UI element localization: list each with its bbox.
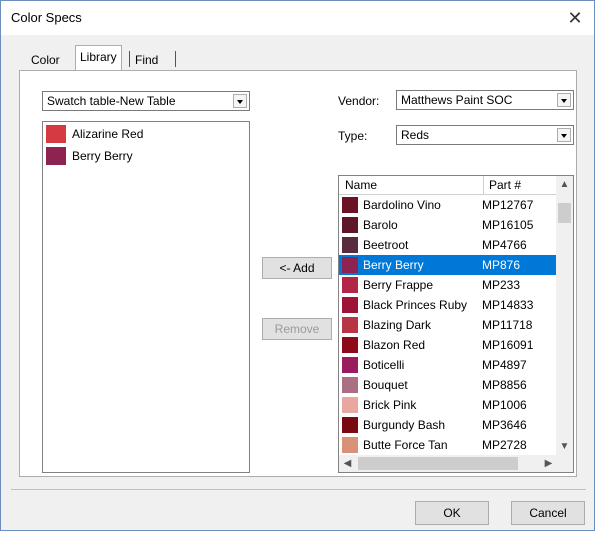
column-header-name[interactable]: Name (345, 178, 377, 192)
part-number: MP14833 (482, 298, 534, 312)
table-row[interactable]: Barolo MP16105 (339, 215, 557, 235)
color-swatch (342, 337, 358, 353)
remove-button[interactable]: Remove (262, 318, 332, 340)
color-specs-dialog: Color Specs ✕ Color Library Find Swatch … (0, 0, 595, 531)
scroll-up-icon[interactable]: ▲ (556, 176, 573, 193)
part-number: MP3646 (482, 418, 527, 432)
part-number: MP8856 (482, 378, 527, 392)
color-swatch (342, 237, 358, 253)
scroll-left-icon[interactable]: ◀ (339, 455, 356, 472)
color-swatch (342, 397, 358, 413)
scroll-right-icon[interactable]: ▶ (540, 455, 557, 472)
color-swatch (46, 125, 66, 143)
type-label: Type: (338, 129, 368, 143)
color-swatch (46, 147, 66, 165)
scrollbar-corner (556, 455, 573, 472)
library-panel: Swatch table-New Table Alizarine Red Ber… (19, 70, 577, 477)
color-swatch (342, 317, 358, 333)
tab-library[interactable]: Library (75, 45, 122, 70)
table-row[interactable]: Burgundy Bash MP3646 (339, 415, 557, 435)
color-swatch (342, 437, 358, 453)
window-title: Color Specs (11, 10, 82, 25)
scroll-thumb[interactable] (558, 203, 571, 223)
vendor-select[interactable]: Matthews Paint SOC (396, 90, 574, 110)
color-name: Barolo (363, 218, 398, 232)
table-row[interactable]: Butte Force Tan MP2728 (339, 435, 557, 455)
table-header: Name Part # (339, 176, 557, 195)
color-swatch (342, 357, 358, 373)
chevron-down-icon[interactable] (233, 94, 247, 108)
horizontal-scrollbar[interactable]: ◀ ▶ (339, 455, 557, 472)
color-name: Boticelli (363, 358, 405, 372)
color-swatch (342, 297, 358, 313)
swatch-name: Berry Berry (72, 149, 133, 163)
title-bar: Color Specs ✕ (1, 1, 594, 35)
part-number: MP233 (482, 278, 521, 292)
part-number: MP1006 (482, 398, 527, 412)
table-row[interactable]: Blazing Dark MP11718 (339, 315, 557, 335)
part-number: MP876 (482, 258, 521, 272)
color-name: Blazing Dark (363, 318, 432, 332)
vendor-value: Matthews Paint SOC (401, 93, 513, 107)
color-name: Burgundy Bash (363, 418, 446, 432)
column-header-part[interactable]: Part # (489, 178, 521, 192)
tab-divider (175, 51, 176, 67)
color-swatch (342, 217, 358, 233)
close-icon[interactable]: ✕ (564, 7, 586, 29)
table-row[interactable]: Blazon Red MP16091 (339, 335, 557, 355)
chevron-down-icon[interactable] (557, 93, 571, 107)
tab-color[interactable]: Color (27, 51, 64, 69)
add-button[interactable]: <- Add (262, 257, 332, 279)
part-number: MP16091 (482, 338, 534, 352)
swatch-table-value: Swatch table-New Table (47, 94, 176, 108)
part-number: MP4897 (482, 358, 527, 372)
type-value: Reds (401, 128, 430, 142)
table-row[interactable]: Black Princes Ruby MP14833 (339, 295, 557, 315)
type-select[interactable]: Reds (396, 125, 574, 145)
part-number: MP12767 (482, 198, 534, 212)
scroll-down-icon[interactable]: ▼ (556, 438, 573, 455)
swatch-list[interactable]: Alizarine Red Berry Berry (42, 121, 250, 473)
part-number: MP11718 (482, 318, 533, 332)
vendor-label: Vendor: (338, 94, 380, 108)
part-number: MP4766 (482, 238, 527, 252)
color-swatch (342, 277, 358, 293)
tab-divider (129, 51, 130, 67)
chevron-down-icon[interactable] (557, 128, 571, 142)
table-row[interactable]: Bardolino Vino MP12767 (339, 195, 557, 215)
color-name: Blazon Red (363, 338, 426, 352)
color-name: Bardolino Vino (363, 198, 441, 212)
part-number: MP16105 (482, 218, 534, 232)
swatch-name: Alizarine Red (72, 127, 144, 141)
table-row[interactable]: Bouquet MP8856 (339, 375, 557, 395)
color-name: Bouquet (363, 378, 408, 392)
color-name: Brick Pink (363, 398, 417, 412)
color-swatch (342, 197, 358, 213)
table-row[interactable]: Berry Berry MP876 (339, 255, 557, 275)
color-name: Berry Frappe (363, 278, 434, 292)
table-row[interactable]: Boticelli MP4897 (339, 355, 557, 375)
color-swatch (342, 417, 358, 433)
column-divider (483, 176, 484, 194)
ok-button[interactable]: OK (415, 501, 489, 525)
color-name: Butte Force Tan (363, 438, 448, 452)
color-name: Berry Berry (363, 258, 424, 272)
color-swatch (342, 377, 358, 393)
part-number: MP2728 (482, 438, 527, 452)
vertical-scrollbar[interactable]: ▲ ▼ (556, 176, 573, 455)
color-table[interactable]: Name Part # Bardolino Vino MP12767 Barolo M… (338, 175, 574, 473)
table-row[interactable]: Beetroot MP4766 (339, 235, 557, 255)
color-name: Black Princes Ruby (363, 298, 468, 312)
table-row[interactable]: Berry Frappe MP233 (339, 275, 557, 295)
color-name: Beetroot (363, 238, 409, 252)
divider (11, 489, 586, 490)
cancel-button[interactable]: Cancel (511, 501, 585, 525)
swatch-table-select[interactable]: Swatch table-New Table (42, 91, 250, 111)
scroll-thumb[interactable] (358, 457, 518, 470)
tab-find[interactable]: Find (131, 51, 162, 69)
table-row[interactable]: Brick Pink MP1006 (339, 395, 557, 415)
color-swatch (342, 257, 358, 273)
